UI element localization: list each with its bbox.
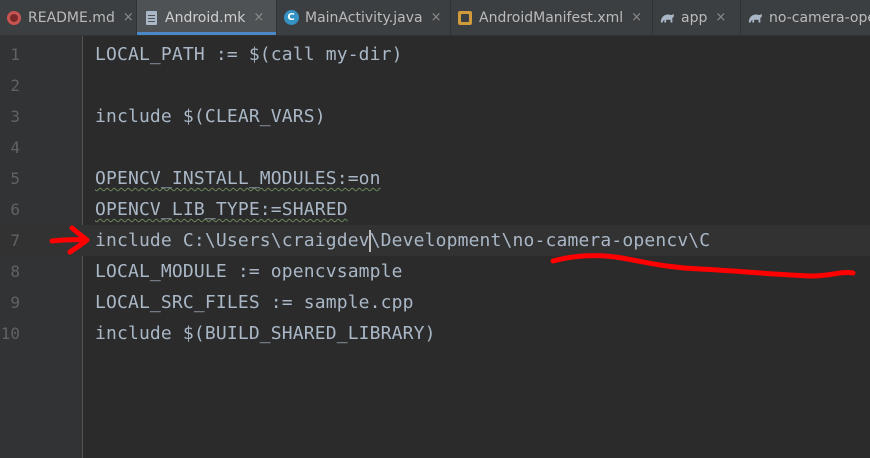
- java-class-icon: C: [283, 10, 299, 26]
- tab-app-gradle[interactable]: app ×: [653, 0, 741, 35]
- code-line[interactable]: 4: [0, 132, 870, 163]
- code-text[interactable]: OPENCV_INSTALL_MODULES:=on: [95, 163, 381, 194]
- tab-label: app: [681, 9, 708, 26]
- tab-label: AndroidManifest.xml: [479, 9, 624, 26]
- line-number: 5: [10, 169, 20, 188]
- code-text[interactable]: OPENCV_LIB_TYPE:=SHARED: [95, 194, 348, 225]
- code-line[interactable]: 1 LOCAL_PATH := $(call my-dir): [0, 39, 870, 70]
- line-number: 2: [10, 76, 20, 95]
- gradle-icon: [659, 10, 675, 26]
- line-number: 8: [10, 262, 20, 281]
- code-text[interactable]: include $(BUILD_SHARED_LIBRARY): [95, 318, 436, 349]
- text-file-icon: [143, 10, 159, 26]
- tab-label: no-camera-ope: [769, 9, 870, 26]
- line-number: 6: [10, 200, 20, 219]
- line-number: 7: [10, 231, 20, 250]
- xml-file-icon: [457, 10, 473, 26]
- code-text[interactable]: include $(CLEAR_VARS): [95, 101, 326, 132]
- code-text[interactable]: LOCAL_SRC_FILES := sample.cpp: [95, 287, 414, 318]
- code-text[interactable]: LOCAL_PATH := $(call my-dir): [95, 39, 403, 70]
- close-icon[interactable]: ×: [431, 10, 442, 25]
- tab-label: Android.mk: [165, 9, 246, 26]
- line-number: 9: [10, 293, 20, 312]
- code-line[interactable]: 6 OPENCV_LIB_TYPE:=SHARED: [0, 194, 870, 225]
- line-number: 4: [10, 138, 20, 157]
- close-icon[interactable]: ×: [123, 10, 134, 25]
- tab-label: MainActivity.java: [305, 9, 423, 26]
- close-icon[interactable]: ×: [631, 10, 642, 25]
- close-icon[interactable]: ×: [715, 10, 726, 25]
- line-number: 3: [10, 107, 20, 126]
- code-line[interactable]: 3 include $(CLEAR_VARS): [0, 101, 870, 132]
- line-number: 10: [0, 324, 20, 343]
- markdown-icon: [6, 10, 22, 26]
- tab-readme[interactable]: README.md ×: [0, 0, 137, 35]
- gradle-icon: [747, 10, 763, 26]
- code-editor[interactable]: 1 LOCAL_PATH := $(call my-dir) 2 3 inclu…: [0, 36, 870, 458]
- code-line[interactable]: 5 OPENCV_INSTALL_MODULES:=on: [0, 163, 870, 194]
- tab-android-mk[interactable]: Android.mk ×: [137, 0, 277, 35]
- line-number: 1: [10, 45, 20, 64]
- code-line[interactable]: 9 LOCAL_SRC_FILES := sample.cpp: [0, 287, 870, 318]
- code-text-before-caret: include C:\Users\craigdev: [95, 230, 370, 251]
- code-line[interactable]: 8 LOCAL_MODULE := opencvsample: [0, 256, 870, 287]
- code-line[interactable]: 2: [0, 70, 870, 101]
- close-icon[interactable]: ×: [253, 10, 264, 25]
- editor-tab-bar: README.md × Android.mk × C MainActivity.…: [0, 0, 870, 36]
- tab-no-camera-gradle[interactable]: no-camera-ope: [741, 0, 870, 35]
- code-line[interactable]: 10 include $(BUILD_SHARED_LIBRARY): [0, 318, 870, 349]
- tab-main-activity[interactable]: C MainActivity.java ×: [277, 0, 451, 35]
- tab-android-manifest[interactable]: AndroidManifest.xml ×: [451, 0, 653, 35]
- code-line-current[interactable]: 7 include C:\Users\craigdev\Development\…: [0, 225, 870, 256]
- code-text[interactable]: LOCAL_MODULE := opencvsample: [95, 256, 403, 287]
- code-text-after-caret: \Development\no-camera-opencv\C: [369, 230, 711, 251]
- code-text[interactable]: include C:\Users\craigdev\Development\no…: [95, 225, 710, 256]
- tab-label: README.md: [28, 9, 115, 26]
